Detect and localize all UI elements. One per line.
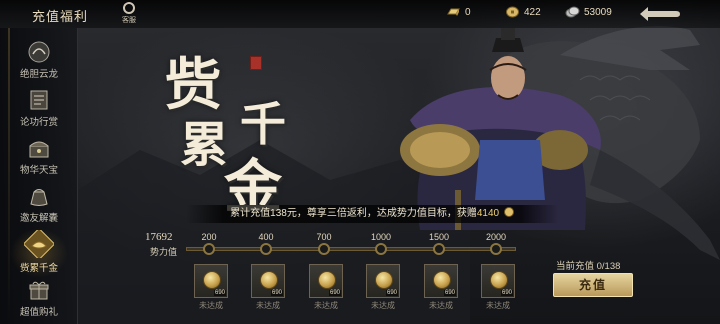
scroll-icon [30, 90, 48, 110]
event-description-banner: 累计充值138元，尊享三倍返利，达成势力值目标，获赠4140 [186, 205, 558, 223]
milestone-node [375, 243, 387, 255]
milestone-label: 2000 [485, 232, 507, 242]
reward-quantity: 690 [213, 290, 226, 296]
reward-quantity: 690 [443, 290, 456, 296]
power-value: 17692 [145, 231, 173, 243]
milestone-node [203, 243, 215, 255]
recharge-progress-bar [186, 247, 516, 251]
sidebar-item-yaoyou-jienang[interactable]: 邀友解囊 [0, 182, 78, 230]
reward-status: 未达成 [429, 301, 453, 310]
gold-coin-icon [203, 271, 221, 289]
milestone-label: 1500 [428, 232, 450, 242]
gold-coin-icon [490, 271, 508, 289]
sidebar-item-label: 论功行赏 [19, 117, 58, 128]
silver-coin-icon [565, 6, 580, 18]
reward-quantity: 690 [500, 290, 513, 296]
sidebar-item-label: 赀累千金 [19, 263, 58, 274]
banner-text: 累计充值138元，尊享三倍返利，达成势力值目标，获赠 [230, 208, 477, 219]
customer-service-button[interactable]: 客服 [117, 2, 141, 26]
reward-quantity: 690 [328, 290, 341, 296]
gold-coin-icon [318, 271, 336, 289]
sidebar-item-zilei-qianjin[interactable]: 赀累千金 [0, 228, 78, 278]
title-calligraphy-2: 累 [180, 117, 229, 173]
copper-coin-value: 422 [524, 6, 541, 18]
back-button[interactable] [636, 4, 684, 24]
milestone-node [433, 243, 445, 255]
back-arrow-icon [640, 7, 680, 21]
red-seal-stamp [250, 56, 262, 70]
pouch-icon [30, 189, 48, 206]
reward-item[interactable]: 690 [194, 264, 228, 298]
milestone-label: 700 [316, 232, 332, 242]
reward-quantity: 690 [270, 290, 283, 296]
reward-item[interactable]: 690 [251, 264, 285, 298]
banner-reward-amount: 4140 [476, 208, 500, 219]
gift-icon [29, 281, 49, 300]
treasure-icon [29, 141, 49, 158]
sidebar-item-chaozhi-gouli[interactable]: 超值购礼 [0, 276, 78, 324]
sidebar-item-label: 绝胆云龙 [19, 69, 58, 80]
customer-service-icon [123, 2, 135, 14]
milestone-node [260, 243, 272, 255]
page-title: 充值福利 [32, 9, 89, 24]
top-bar: 充值福利 客服 0 422 53009 [0, 0, 720, 28]
gold-coin-icon [433, 271, 451, 289]
resource-silver-coin[interactable]: 53009 [565, 6, 612, 18]
sidebar-item-label: 超值购礼 [19, 307, 58, 318]
reward-item[interactable]: 690 [366, 264, 400, 298]
milestone-node [318, 243, 330, 255]
milestone-label: 400 [258, 232, 274, 242]
gold-bar-icon [447, 8, 460, 16]
gold-ingot-icon [24, 230, 54, 258]
reward-item[interactable]: 690 [481, 264, 515, 298]
reward-status: 未达成 [256, 301, 280, 310]
silver-coin-value: 53009 [584, 6, 612, 18]
resource-copper-coin[interactable]: 422 [505, 6, 541, 18]
sidebar-item-label: 物华天宝 [19, 165, 58, 176]
reward-item[interactable]: 690 [424, 264, 458, 298]
current-recharge-text: 当前充值 0/138 [556, 261, 621, 272]
reward-quantity: 690 [385, 290, 398, 296]
recharge-welfare-screen: 赀 累 千 金 充值福利 客服 0 422 53009 绝胆云龙 论功行赏 物华… [0, 0, 720, 324]
milestone-node [490, 243, 502, 255]
sidebar-item-wuhua-tianbao[interactable]: 物华天宝 [0, 134, 78, 182]
customer-service-label: 客服 [122, 17, 136, 24]
power-label: 势力值 [150, 247, 178, 257]
reward-item[interactable]: 690 [309, 264, 343, 298]
resource-gold-bar[interactable]: 0 [446, 6, 471, 18]
gold-coin-icon [260, 271, 278, 289]
reward-status: 未达成 [371, 301, 395, 310]
gold-bar-value: 0 [465, 6, 471, 18]
dragon-badge-icon [28, 41, 50, 63]
coin-icon [503, 207, 514, 217]
reward-status: 未达成 [486, 301, 510, 310]
sidebar-item-juedan-yunlong[interactable]: 绝胆云龙 [0, 38, 78, 86]
sidebar-item-lungong-xingshang[interactable]: 论功行赏 [0, 86, 78, 134]
copper-coin-icon [506, 6, 519, 18]
reward-status: 未达成 [199, 301, 223, 310]
recharge-button[interactable]: 充值 [553, 273, 633, 297]
reward-status: 未达成 [314, 301, 338, 310]
gold-coin-icon [375, 271, 393, 289]
sidebar: 绝胆云龙 论功行赏 物华天宝 邀友解囊 赀累千金 超值购礼 [0, 28, 78, 324]
milestone-label: 200 [201, 232, 217, 242]
milestone-label: 1000 [370, 232, 392, 242]
sidebar-item-label: 邀友解囊 [19, 213, 58, 224]
